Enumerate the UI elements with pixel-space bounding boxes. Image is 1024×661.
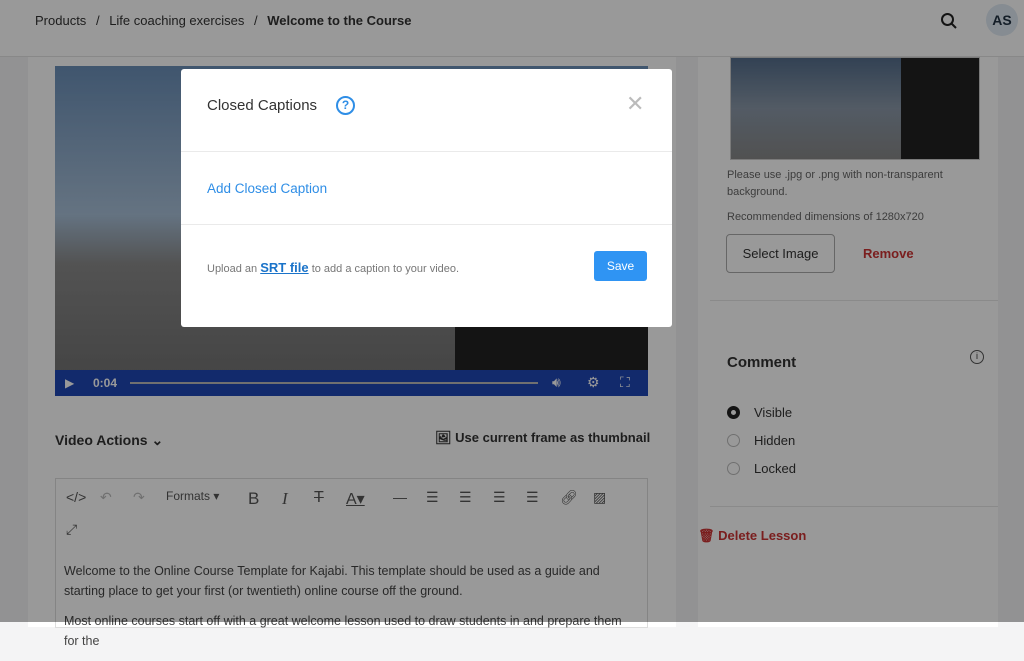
upload-prefix: Upload an xyxy=(207,263,258,275)
help-icon[interactable]: ? xyxy=(336,96,355,115)
add-closed-caption-link[interactable]: Add Closed Caption xyxy=(207,181,327,196)
closed-captions-modal: Closed Captions ? ✕ Add Closed Caption U… xyxy=(181,69,672,327)
close-icon[interactable]: ✕ xyxy=(626,91,644,117)
upload-suffix: to add a caption to your video. xyxy=(311,263,460,275)
save-button[interactable]: Save xyxy=(594,251,647,281)
divider xyxy=(181,224,672,225)
modal-title: Closed Captions xyxy=(207,97,318,114)
srt-file-link[interactable]: SRT file xyxy=(260,260,308,275)
upload-instructions: Upload an SRT file to add a caption to y… xyxy=(207,260,459,275)
divider xyxy=(181,151,672,152)
